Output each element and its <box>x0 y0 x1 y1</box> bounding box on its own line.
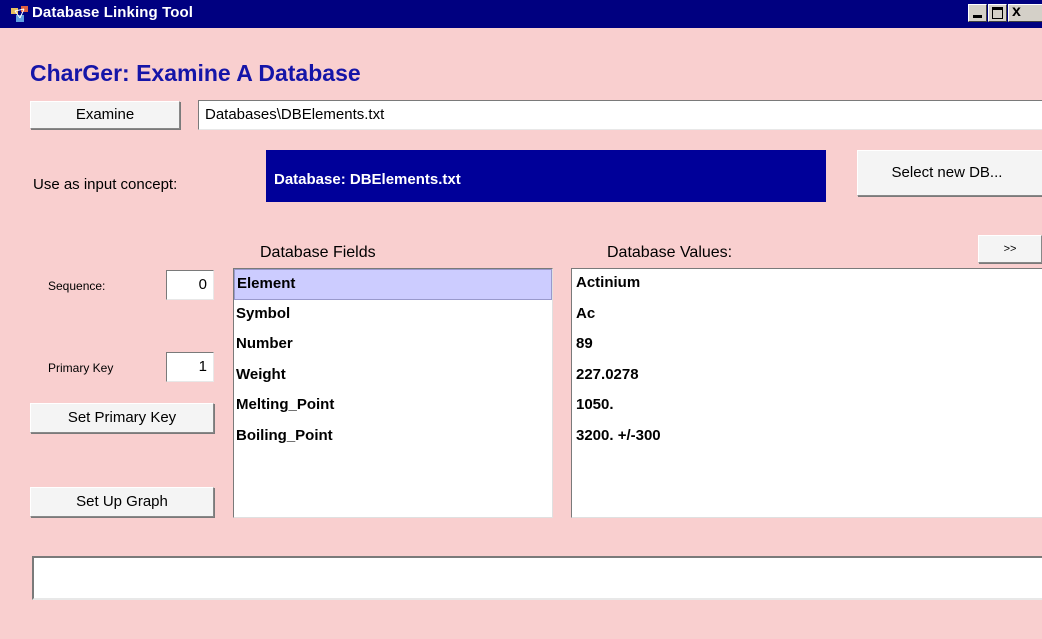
field-item-weight[interactable]: Weight <box>234 361 552 392</box>
field-item-boiling-point[interactable]: Boiling_Point <box>234 422 552 453</box>
database-values-header: Database Values: <box>607 244 733 261</box>
value-item-boiling-point[interactable]: 3200. +/-300 <box>572 422 1042 453</box>
close-icon: x <box>1012 3 1021 20</box>
sequence-label: Sequence: <box>48 279 106 293</box>
app-icon <box>11 6 28 22</box>
value-item-symbol[interactable]: Ac <box>572 300 1042 331</box>
input-concept-box: Database: DBElements.txt <box>266 150 826 202</box>
field-item-element[interactable]: Element <box>234 269 552 300</box>
value-item-actinium[interactable]: Actinium <box>572 269 1042 300</box>
page-title: CharGer: Examine A Database <box>30 60 361 86</box>
database-path-field[interactable]: Databases\DBElements.txt <box>198 100 1042 130</box>
status-field[interactable] <box>32 556 1042 600</box>
sequence-field[interactable]: 0 <box>166 270 214 300</box>
title-bar[interactable]: Database Linking Tool x <box>0 0 1042 28</box>
expand-values-button[interactable]: >> <box>978 235 1042 263</box>
field-item-melting-point[interactable]: Melting_Point <box>234 391 552 422</box>
primary-key-field[interactable]: 1 <box>166 352 214 382</box>
database-linking-window: Database Linking Tool x CharGer: Examine… <box>0 0 1042 639</box>
database-fields-header: Database Fields <box>260 244 376 261</box>
value-item-number[interactable]: 89 <box>572 330 1042 361</box>
database-values-list[interactable]: Actinium Ac 89 227.0278 1050. 3200. +/-3… <box>571 268 1042 518</box>
input-concept-label: Use as input concept: <box>33 176 178 193</box>
set-up-graph-button[interactable]: Set Up Graph <box>30 487 214 517</box>
value-item-melting-point[interactable]: 1050. <box>572 391 1042 422</box>
select-new-db-button[interactable]: Select new DB... <box>857 150 1042 196</box>
examine-button[interactable]: Examine <box>30 101 180 129</box>
minimize-button[interactable] <box>968 4 987 22</box>
close-button[interactable]: x <box>1008 3 1042 22</box>
set-primary-key-button[interactable]: Set Primary Key <box>30 403 214 433</box>
field-item-symbol[interactable]: Symbol <box>234 300 552 331</box>
primary-key-label: Primary Key <box>48 361 114 375</box>
maximize-button[interactable] <box>988 4 1007 22</box>
database-fields-list[interactable]: Element Symbol Number Weight Melting_Poi… <box>233 268 553 518</box>
value-item-weight[interactable]: 227.0278 <box>572 361 1042 392</box>
window-title: Database Linking Tool <box>32 4 194 21</box>
field-item-number[interactable]: Number <box>234 330 552 361</box>
